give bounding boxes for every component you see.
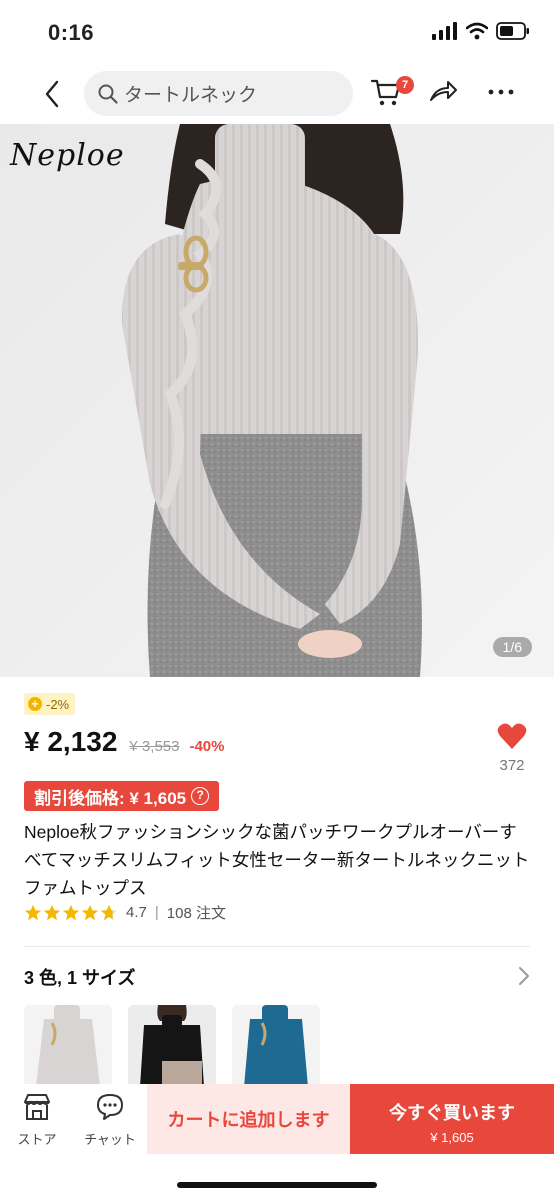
wishlist-count: 372 xyxy=(499,757,525,774)
chat-button[interactable]: チャット xyxy=(80,1092,140,1148)
store-label: ストア xyxy=(17,1132,57,1147)
chat-label: チャット xyxy=(84,1132,136,1147)
rating-row[interactable]: 4.7 | 108 注文 xyxy=(24,902,226,923)
coupon-tag: + -2% xyxy=(24,693,76,715)
rating-separator: | xyxy=(154,904,159,921)
chevron-right-icon xyxy=(519,967,529,985)
search-icon xyxy=(98,84,118,104)
status-bar: 0:16 xyxy=(0,0,554,64)
chevron-left-icon xyxy=(45,80,59,108)
chat-icon xyxy=(97,1094,123,1120)
plus-icon: + xyxy=(28,697,42,711)
search-placeholder: タートルネック xyxy=(124,85,258,106)
star-half-icon xyxy=(100,904,118,920)
variant-thumbnails xyxy=(24,1005,320,1087)
buy-now-label: 今すぐ買います xyxy=(389,1103,515,1123)
star-icon xyxy=(24,904,42,920)
star-icon xyxy=(62,904,80,920)
share-button[interactable] xyxy=(428,76,460,112)
wishlist-button[interactable]: 372 xyxy=(492,722,532,774)
product-photo xyxy=(0,124,554,677)
divider xyxy=(24,946,530,947)
original-price: ¥ 3,553 xyxy=(129,738,180,755)
discounted-price-tag[interactable]: 割引後価格: ¥ 1,605 ? xyxy=(24,781,220,811)
sweater-blue-image xyxy=(232,1005,320,1087)
more-dots-icon xyxy=(488,89,514,95)
signal-icon xyxy=(432,22,457,40)
discounted-price-label: 割引後価格: ¥ 1,605 xyxy=(34,788,187,808)
status-time: 0:16 xyxy=(48,20,95,45)
share-icon xyxy=(430,81,457,101)
variant-thumb-blue[interactable] xyxy=(232,1005,320,1087)
cart-badge: 7 xyxy=(396,76,414,94)
heart-icon xyxy=(497,723,527,749)
rating-value: 4.7 xyxy=(126,904,147,921)
store-button[interactable]: ストア xyxy=(12,1092,62,1148)
search-input[interactable]: タートルネック xyxy=(84,71,353,116)
star-icon xyxy=(43,904,61,920)
variant-thumb-gray[interactable] xyxy=(24,1005,112,1087)
store-icon xyxy=(24,1094,50,1120)
variant-label: 3 色, 1 サイズ xyxy=(24,968,136,988)
current-price: ¥ 2,132 xyxy=(24,726,118,757)
orders-count: 108 注文 xyxy=(166,905,226,922)
buy-now-price: ¥ 1,605 xyxy=(430,1130,474,1145)
more-button[interactable] xyxy=(487,76,519,112)
home-indicator xyxy=(177,1182,377,1188)
sweater-black-image xyxy=(128,1005,216,1087)
sweater-gray-image xyxy=(24,1005,112,1087)
image-counter: 1/6 xyxy=(492,637,532,657)
status-icons xyxy=(432,22,530,40)
wifi-icon xyxy=(466,22,488,40)
battery-icon xyxy=(496,22,529,40)
question-icon: ? xyxy=(191,787,210,805)
product-image-carousel[interactable]: Neploe 1/6 xyxy=(0,124,554,677)
brand-logo: Neploe xyxy=(10,138,125,173)
discount-percent: -40% xyxy=(189,738,225,755)
coupon-value: -2% xyxy=(46,696,70,712)
price-row: ¥ 2,132 ¥ 3,553 -40% xyxy=(24,726,225,758)
add-to-cart-button[interactable]: カートに追加します xyxy=(147,1084,350,1154)
buy-now-button[interactable]: 今すぐ買います ¥ 1,605 xyxy=(350,1084,554,1154)
variant-selector[interactable]: 3 色, 1 サイズ xyxy=(24,964,530,990)
variant-thumb-black[interactable] xyxy=(128,1005,216,1087)
top-nav-bar: タートルネック 7 xyxy=(0,64,554,124)
star-icon xyxy=(81,904,99,920)
rating-stars xyxy=(24,904,118,922)
product-title: Neploe秋ファッションシックな菌パッチワークプルオーバーすべてマッチスリムフ… xyxy=(24,822,530,898)
back-button[interactable] xyxy=(34,76,70,112)
